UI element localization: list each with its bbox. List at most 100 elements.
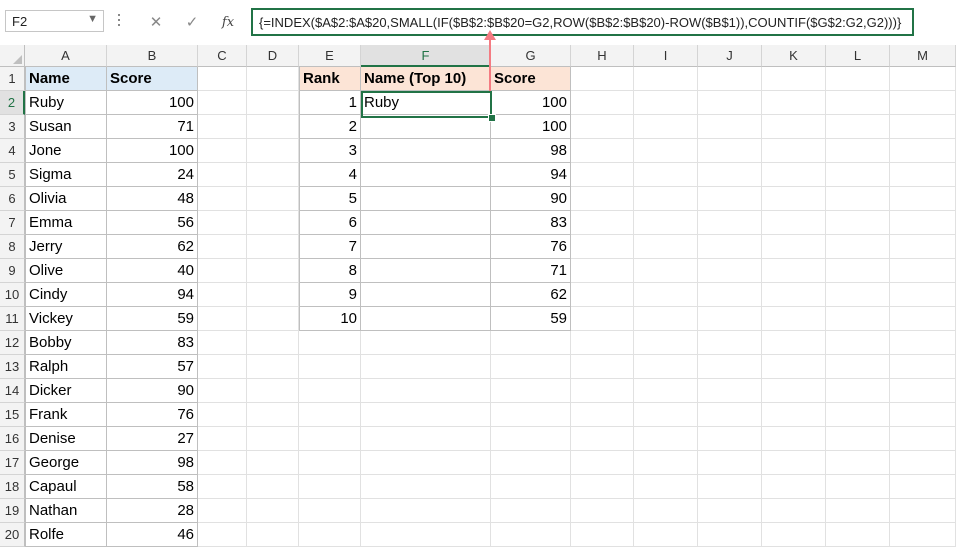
cell-e5[interactable]: 4 xyxy=(299,163,361,187)
cell-f11[interactable] xyxy=(361,307,491,331)
cell-b5[interactable]: 24 xyxy=(107,163,198,187)
cell-b11[interactable]: 59 xyxy=(107,307,198,331)
cell-k7[interactable] xyxy=(762,211,826,235)
formula-input[interactable]: {=INDEX($A$2:$A$20,SMALL(IF($B$2:$B$20=G… xyxy=(251,8,914,36)
cell-i11[interactable] xyxy=(634,307,698,331)
cell-g16[interactable] xyxy=(491,427,571,451)
cell-i15[interactable] xyxy=(634,403,698,427)
cell-h1[interactable] xyxy=(571,67,634,91)
cell-f12[interactable] xyxy=(361,331,491,355)
row-header-10[interactable]: 10 xyxy=(0,283,25,307)
cell-k9[interactable] xyxy=(762,259,826,283)
cell-m10[interactable] xyxy=(890,283,956,307)
cell-j8[interactable] xyxy=(698,235,762,259)
cell-d11[interactable] xyxy=(247,307,299,331)
row-header-12[interactable]: 12 xyxy=(0,331,25,355)
cell-m4[interactable] xyxy=(890,139,956,163)
cell-h3[interactable] xyxy=(571,115,634,139)
cell-b20[interactable]: 46 xyxy=(107,523,198,547)
cell-b15[interactable]: 76 xyxy=(107,403,198,427)
cell-g17[interactable] xyxy=(491,451,571,475)
cell-g2[interactable]: 100 xyxy=(491,91,571,115)
cell-l14[interactable] xyxy=(826,379,890,403)
cell-m2[interactable] xyxy=(890,91,956,115)
row-header-11[interactable]: 11 xyxy=(0,307,25,331)
cell-a12[interactable]: Bobby xyxy=(25,331,107,355)
cell-c18[interactable] xyxy=(198,475,247,499)
cell-m19[interactable] xyxy=(890,499,956,523)
cell-k2[interactable] xyxy=(762,91,826,115)
column-header-m[interactable]: M xyxy=(890,45,956,67)
cell-e12[interactable] xyxy=(299,331,361,355)
cell-d20[interactable] xyxy=(247,523,299,547)
cell-j5[interactable] xyxy=(698,163,762,187)
cell-e13[interactable] xyxy=(299,355,361,379)
cell-a7[interactable]: Emma xyxy=(25,211,107,235)
cell-e15[interactable] xyxy=(299,403,361,427)
cell-g3[interactable]: 100 xyxy=(491,115,571,139)
cell-c14[interactable] xyxy=(198,379,247,403)
cell-i10[interactable] xyxy=(634,283,698,307)
cell-a1[interactable]: Name xyxy=(25,67,107,91)
cell-g13[interactable] xyxy=(491,355,571,379)
cell-e7[interactable]: 6 xyxy=(299,211,361,235)
cell-h17[interactable] xyxy=(571,451,634,475)
cell-m5[interactable] xyxy=(890,163,956,187)
cell-l7[interactable] xyxy=(826,211,890,235)
cell-g18[interactable] xyxy=(491,475,571,499)
cell-b12[interactable]: 83 xyxy=(107,331,198,355)
cell-e10[interactable]: 9 xyxy=(299,283,361,307)
cell-c7[interactable] xyxy=(198,211,247,235)
cell-d1[interactable] xyxy=(247,67,299,91)
cell-m20[interactable] xyxy=(890,523,956,547)
cell-m17[interactable] xyxy=(890,451,956,475)
cell-c19[interactable] xyxy=(198,499,247,523)
cell-l3[interactable] xyxy=(826,115,890,139)
cell-i8[interactable] xyxy=(634,235,698,259)
cell-f14[interactable] xyxy=(361,379,491,403)
cell-m15[interactable] xyxy=(890,403,956,427)
cell-i13[interactable] xyxy=(634,355,698,379)
cell-a9[interactable]: Olive xyxy=(25,259,107,283)
cell-l12[interactable] xyxy=(826,331,890,355)
cell-j19[interactable] xyxy=(698,499,762,523)
cell-k11[interactable] xyxy=(762,307,826,331)
cell-b18[interactable]: 58 xyxy=(107,475,198,499)
cell-l10[interactable] xyxy=(826,283,890,307)
cell-m8[interactable] xyxy=(890,235,956,259)
cell-j4[interactable] xyxy=(698,139,762,163)
column-header-j[interactable]: J xyxy=(698,45,762,67)
row-header-6[interactable]: 6 xyxy=(0,187,25,211)
row-header-15[interactable]: 15 xyxy=(0,403,25,427)
cell-j10[interactable] xyxy=(698,283,762,307)
column-header-g[interactable]: G xyxy=(491,45,571,67)
cell-b10[interactable]: 94 xyxy=(107,283,198,307)
cell-b14[interactable]: 90 xyxy=(107,379,198,403)
cell-b17[interactable]: 98 xyxy=(107,451,198,475)
insert-function-button[interactable]: fx xyxy=(214,9,242,35)
cell-e16[interactable] xyxy=(299,427,361,451)
cell-g11[interactable]: 59 xyxy=(491,307,571,331)
column-header-f[interactable]: F xyxy=(361,45,491,67)
column-header-l[interactable]: L xyxy=(826,45,890,67)
cell-a16[interactable]: Denise xyxy=(25,427,107,451)
cell-e4[interactable]: 3 xyxy=(299,139,361,163)
cell-f4[interactable] xyxy=(361,139,491,163)
cell-e2[interactable]: 1 xyxy=(299,91,361,115)
cell-i7[interactable] xyxy=(634,211,698,235)
cell-m14[interactable] xyxy=(890,379,956,403)
cell-g20[interactable] xyxy=(491,523,571,547)
cell-e8[interactable]: 7 xyxy=(299,235,361,259)
cell-c2[interactable] xyxy=(198,91,247,115)
cell-i2[interactable] xyxy=(634,91,698,115)
cell-h13[interactable] xyxy=(571,355,634,379)
cell-b1[interactable]: Score xyxy=(107,67,198,91)
row-header-2[interactable]: 2 xyxy=(0,91,25,115)
cell-e3[interactable]: 2 xyxy=(299,115,361,139)
cell-a10[interactable]: Cindy xyxy=(25,283,107,307)
cell-k20[interactable] xyxy=(762,523,826,547)
cell-j11[interactable] xyxy=(698,307,762,331)
cell-k10[interactable] xyxy=(762,283,826,307)
cell-h20[interactable] xyxy=(571,523,634,547)
cell-g14[interactable] xyxy=(491,379,571,403)
